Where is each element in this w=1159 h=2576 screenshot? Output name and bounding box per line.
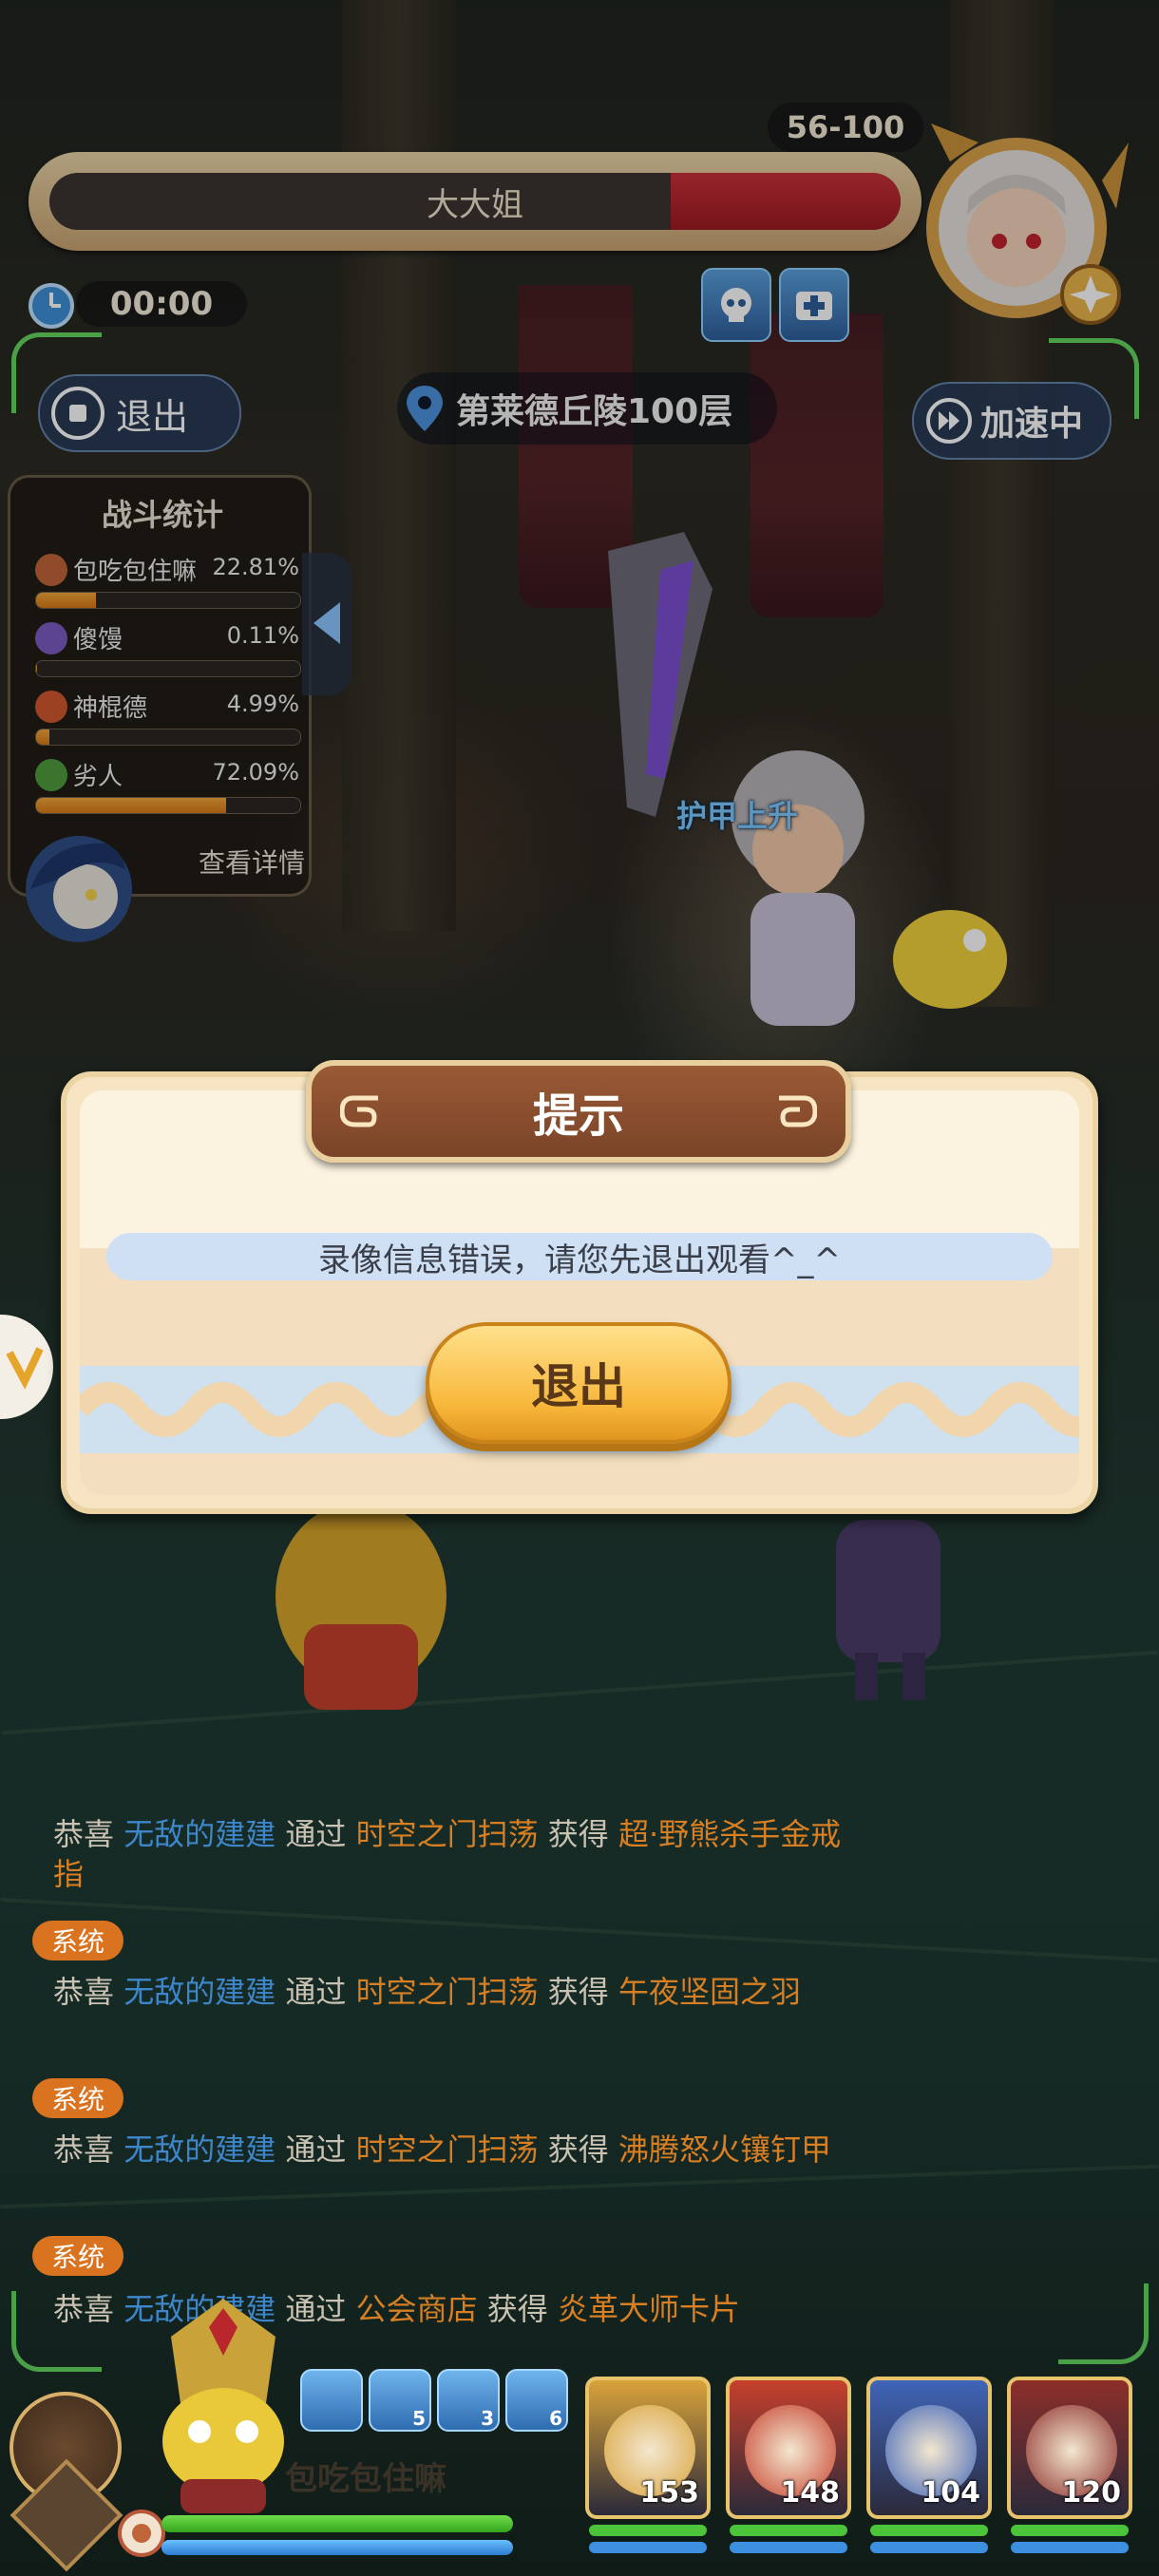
team-hero-health-bar <box>1011 2525 1129 2536</box>
dialog-exit-button[interactable]: 退出 <box>426 1322 732 1444</box>
hero-level: 120 <box>1061 2476 1121 2510</box>
skill-count: 3 <box>481 2407 494 2430</box>
chat-message: 恭喜 无敌的建建 通过 时空之门扫荡 获得 超·野熊杀手金戒指 <box>53 1816 842 1892</box>
hero-level: 148 <box>780 2476 840 2510</box>
skill-count: 5 <box>412 2407 426 2430</box>
team-hero-health-bar <box>589 2525 707 2536</box>
skill-icon[interactable] <box>300 2369 363 2432</box>
swirl-ornament-icon <box>340 1095 378 1127</box>
active-hero-name: 包吃包住嘛 <box>285 2460 446 2498</box>
shield-icon <box>6 1347 44 1390</box>
dialog-title-banner: 提示 <box>306 1060 851 1163</box>
system-tag: 系统 <box>32 2236 124 2276</box>
team-hero-mana-bar <box>1011 2542 1129 2553</box>
skill-bar: 5 3 6 <box>300 2369 568 2435</box>
system-tag: 系统 <box>32 2078 124 2118</box>
system-tag: 系统 <box>32 1921 124 1960</box>
team-hero-card[interactable]: 104 <box>866 2377 992 2519</box>
team-hero-card[interactable]: 120 <box>1007 2377 1132 2519</box>
dialog-title: 提示 <box>532 1089 624 1143</box>
team-hero-card[interactable]: 153 <box>585 2377 711 2519</box>
active-hero-portrait <box>162 2299 284 2513</box>
skill-icon[interactable]: 6 <box>505 2369 568 2432</box>
team-hero-health-bar <box>870 2525 988 2536</box>
skill-count: 6 <box>549 2407 562 2430</box>
hero-level: 104 <box>921 2476 980 2510</box>
team-hero-mana-bar <box>870 2542 988 2553</box>
hero-mana-bar <box>162 2540 513 2555</box>
team-hero-mana-bar <box>589 2542 707 2553</box>
frame-corner <box>1058 2283 1149 2364</box>
team-hero-health-bar <box>730 2525 847 2536</box>
hero-health-bar <box>162 2515 513 2532</box>
frame-corner <box>1049 338 1139 419</box>
chat-message: 恭喜 无敌的建建 通过 时空之门扫荡 获得 沸腾怒火镶钉甲 <box>53 2131 831 2168</box>
hero-class-icon <box>118 2510 165 2557</box>
skill-icon[interactable]: 5 <box>369 2369 431 2432</box>
team-hero-mana-bar <box>730 2542 847 2553</box>
dialog-message: 录像信息错误，请您先退出观看^_^ <box>106 1233 1053 1280</box>
skill-icon[interactable]: 3 <box>437 2369 500 2432</box>
frame-corner <box>11 332 102 413</box>
chat-message: 恭喜 无敌的建建 通过 时空之门扫荡 获得 午夜坚固之羽 <box>53 1974 801 2010</box>
team-hero-card[interactable]: 148 <box>726 2377 851 2519</box>
swirl-ornament-icon <box>779 1095 817 1127</box>
hero-level: 153 <box>639 2476 699 2510</box>
